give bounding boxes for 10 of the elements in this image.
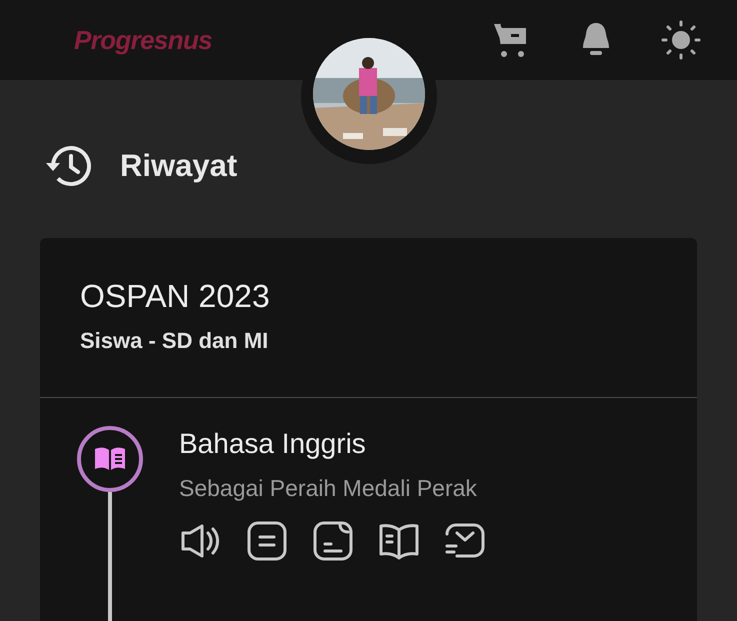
subject-title: Bahasa Inggris [179,426,367,460]
event-category: Siswa - SD dan MI [80,326,270,354]
list-icon[interactable] [245,519,289,563]
document-icon[interactable] [311,519,355,563]
logo[interactable]: Progresnus [74,20,212,60]
page-title: Riwayat [120,147,238,185]
achievement-text: Sebagai Peraih Medali Perak [179,474,478,503]
event-title: OSPAN 2023 [80,276,271,316]
sun-icon[interactable] [661,20,701,60]
book-icon [76,426,142,492]
